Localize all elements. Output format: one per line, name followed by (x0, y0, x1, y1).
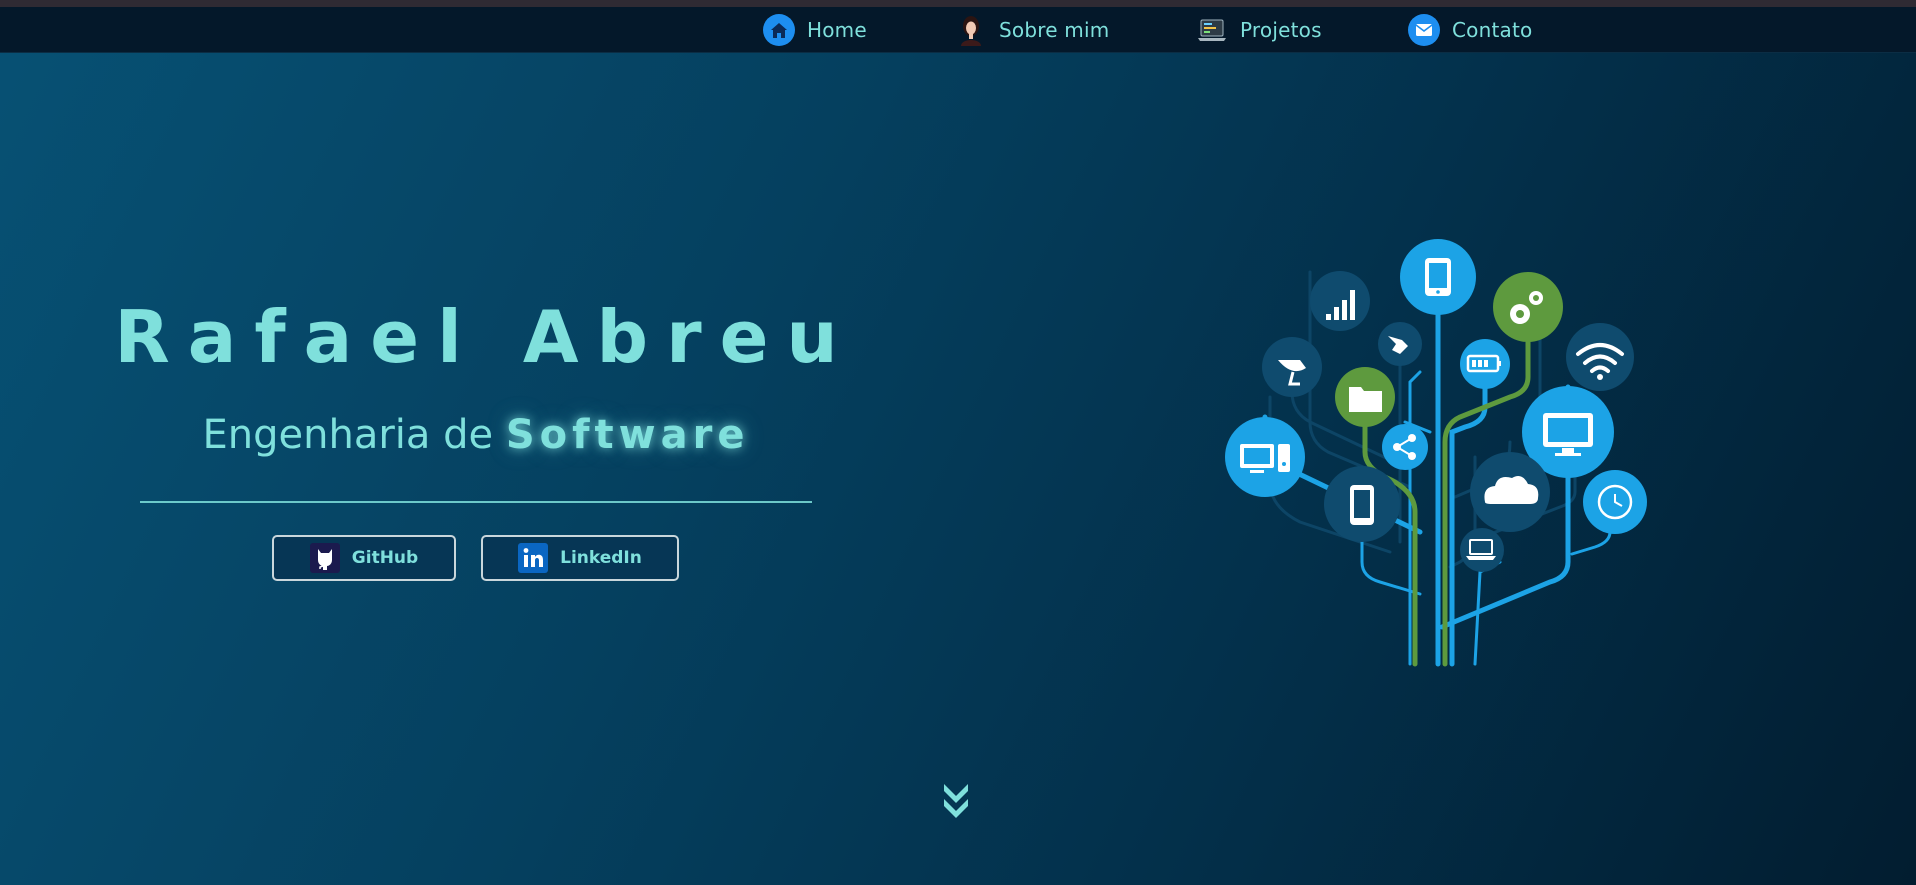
browser-top-strip (0, 0, 1916, 7)
nav-about[interactable]: Sobre mim (955, 13, 1109, 47)
home-icon (763, 14, 795, 46)
github-label: GitHub (351, 548, 419, 568)
github-button[interactable]: GitHub (272, 535, 456, 581)
technology-tree-icon (1225, 239, 1647, 667)
nav-contact-label: Contato (1452, 18, 1533, 42)
hero-subtitle-highlight: Software (505, 412, 750, 458)
github-icon (309, 543, 340, 573)
nav-contact[interactable]: Contato (1408, 13, 1532, 47)
linkedin-button[interactable]: LinkedIn (481, 535, 679, 581)
laptop-code-icon (1198, 19, 1226, 41)
top-navbar: Home Sobre mim Projetos Contato (0, 7, 1916, 53)
nav-home-label: Home (807, 18, 867, 42)
nav-about-label: Sobre mim (999, 18, 1110, 42)
chevron-double-down-icon[interactable] (940, 780, 972, 822)
linkedin-label: LinkedIn (560, 548, 642, 568)
hero-subtitle: Engenharia de Software (0, 412, 952, 458)
nav-home[interactable]: Home (763, 13, 867, 47)
nav-projects[interactable]: Projetos (1196, 13, 1322, 47)
nav-projects-label: Projetos (1240, 18, 1322, 42)
mail-icon (1408, 14, 1440, 46)
hero-divider (140, 501, 812, 503)
hero-subtitle-prefix: Engenharia de (202, 412, 494, 458)
hero-name: Rafael Abreu (114, 295, 856, 379)
avatar-icon (961, 16, 981, 46)
linkedin-icon (518, 543, 549, 573)
